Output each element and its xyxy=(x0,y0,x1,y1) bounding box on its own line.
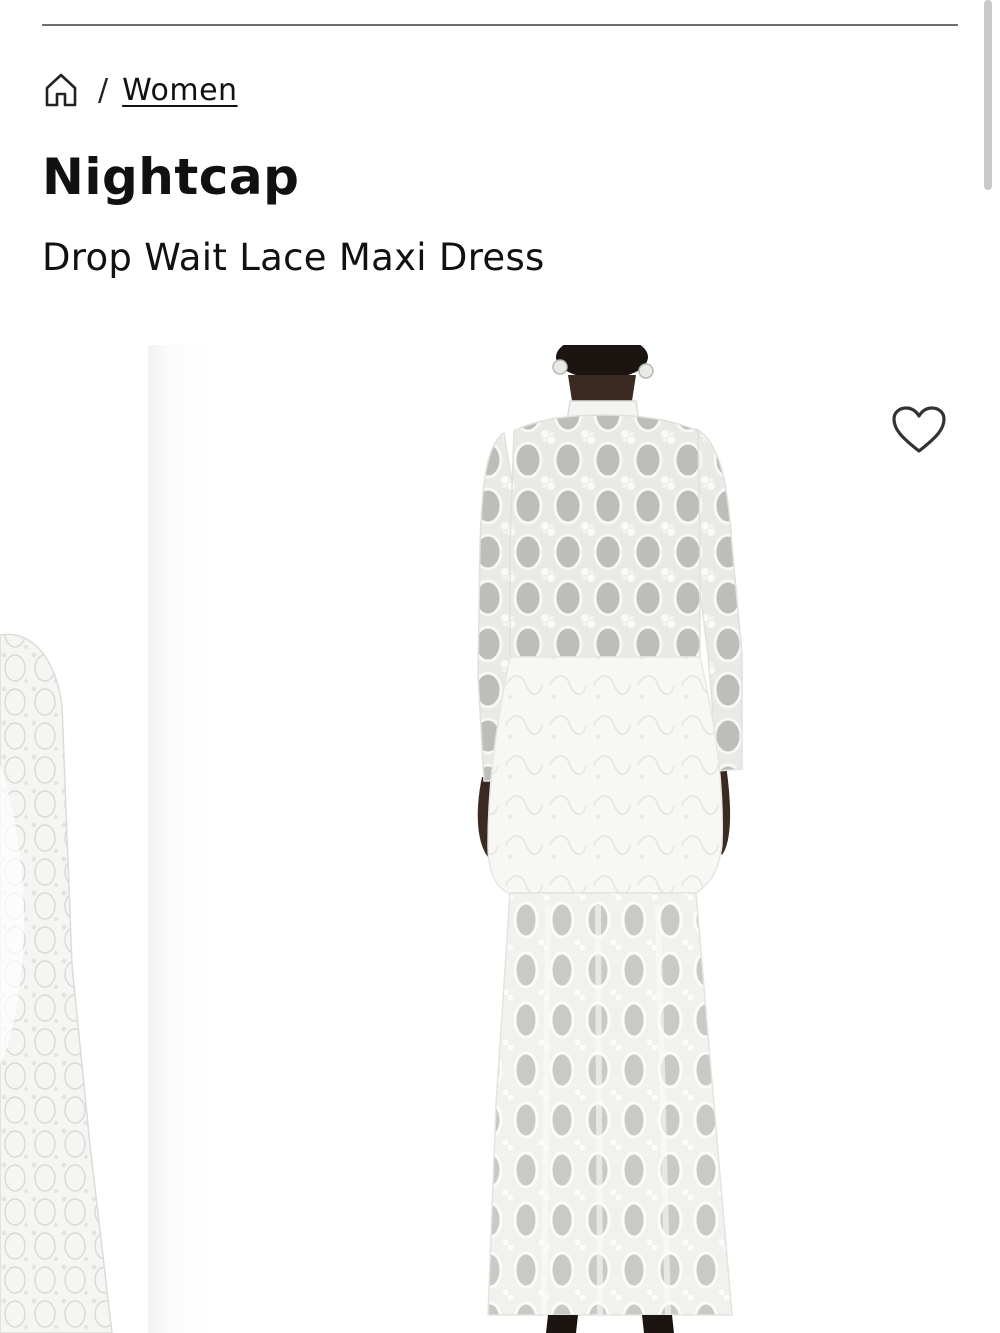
main-product-image[interactable] xyxy=(148,345,1000,1333)
wishlist-heart-icon[interactable] xyxy=(888,402,950,458)
product-image-carousel[interactable] xyxy=(0,345,1000,1333)
brand-name[interactable]: Nightcap xyxy=(42,148,299,206)
previous-product-image[interactable] xyxy=(0,345,140,1333)
home-icon[interactable] xyxy=(42,70,80,110)
product-page: / Women Nightcap Drop Wait Lace Maxi Dre… xyxy=(0,0,1000,1333)
breadcrumb-link-women[interactable]: Women xyxy=(122,73,237,108)
page-scrollbar[interactable] xyxy=(984,0,992,190)
breadcrumb-separator: / xyxy=(98,72,109,108)
header-divider xyxy=(42,24,958,26)
breadcrumb: / Women xyxy=(42,68,238,112)
product-title: Drop Wait Lace Maxi Dress xyxy=(42,236,545,279)
